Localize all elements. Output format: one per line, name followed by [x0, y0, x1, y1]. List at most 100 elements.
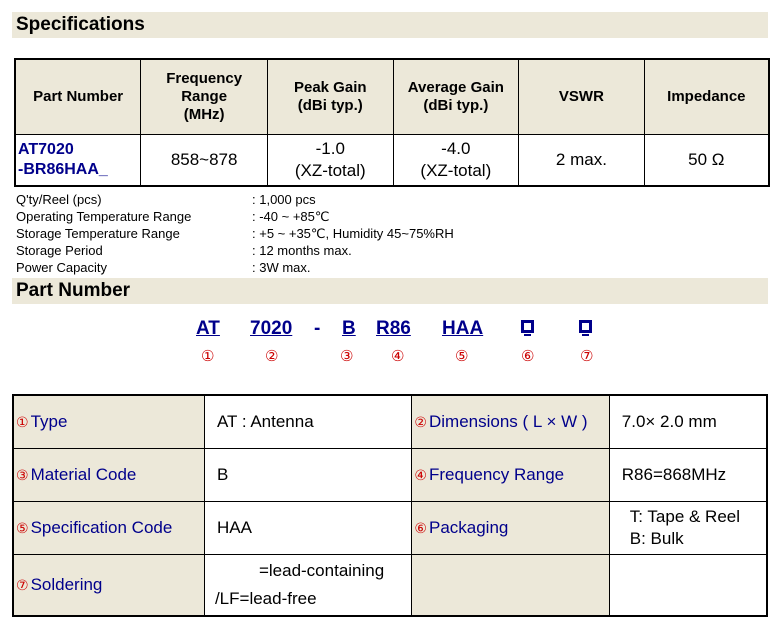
property-key: Power Capacity [16, 260, 108, 275]
header-peak-line2: (dBi typ.) [297, 97, 363, 114]
cell-frequency: 858~878 [140, 134, 268, 187]
header-avg-line2: (dBi typ.) [423, 97, 489, 114]
specifications-heading-bar: Specifications [12, 12, 768, 38]
marker-1: ① [201, 348, 215, 365]
label-soldering: ⑦ Soldering [12, 554, 205, 617]
code-soldering-box [579, 320, 592, 336]
specifications-table: Part Number Frequency Range (MHz) Peak G… [14, 58, 770, 187]
spec-data-row: AT7020 -BR86HAA_ 858~878 -1.0 (XZ-total)… [14, 134, 770, 187]
label-packaging: ⑥ Packaging [411, 501, 610, 555]
property-key: Storage Period [16, 243, 103, 258]
label-text: Packaging [428, 518, 509, 537]
header-avg-line1: Average Gain [407, 79, 504, 96]
empty-label-cell [411, 554, 610, 617]
header-peak-line1: Peak Gain [293, 79, 367, 96]
property-row: Power Capacity : 3W max. [16, 259, 454, 276]
marker-5: ⑤ [455, 348, 469, 365]
label-text: Material Code [30, 465, 137, 484]
part-number-title: Part Number [16, 280, 131, 301]
property-row: Storage Temperature Range : +5 ~ +35℃, Hu… [16, 225, 454, 242]
code-packaging-box [521, 320, 534, 336]
part-number-heading-bar: Part Number [12, 278, 768, 304]
part-number-line1: AT7020 [18, 141, 74, 158]
label-text: Soldering [30, 575, 103, 594]
label-text: Frequency Range [428, 465, 565, 484]
marker-label: ① [16, 414, 29, 430]
code-specification: HAA [442, 318, 484, 339]
label-frequency-range: ④ Frequency Range [411, 448, 610, 502]
property-row: Storage Period : 12 months max. [16, 242, 454, 259]
packaging-tape-reel: T: Tape & Reel [629, 507, 741, 526]
marker-label: ④ [414, 467, 427, 483]
property-row: Operating Temperature Range : -40 ~ +85℃ [16, 208, 454, 225]
value-frequency-range: R86=868MHz [608, 448, 768, 502]
avg-gain-value: -4.0 [441, 139, 471, 158]
label-text: Dimensions ( L × W ) [428, 412, 588, 431]
property-value: : 1,000 pcs [252, 192, 316, 207]
label-specification-code: ⑤ Specification Code [12, 501, 205, 555]
marker-label: ② [414, 414, 427, 430]
property-key: Operating Temperature Range [16, 209, 192, 224]
marker-label: ③ [16, 467, 29, 483]
code-frequency: R86 [376, 318, 411, 339]
property-value: : 12 months max. [252, 243, 352, 258]
property-value: : +5 ~ +35℃, Humidity 45~75%RH [252, 226, 454, 241]
marker-2: ② [265, 348, 279, 365]
header-frequency-line2: Range [181, 88, 228, 105]
value-material-code: B [203, 448, 413, 502]
cell-peak-gain: -1.0 (XZ-total) [267, 134, 394, 187]
soldering-lead-containing: =lead-containing [258, 561, 385, 580]
property-row: Q'ty/Reel (pcs) : 1,000 pcs [16, 191, 454, 208]
part-number-line2: -BR86HAA_ [18, 161, 108, 178]
peak-gain-value: -1.0 [315, 139, 345, 158]
code-row: ⑦ Soldering =lead-containing /LF=lead-fre… [12, 554, 768, 617]
code-dash: - [314, 318, 321, 339]
label-type: ① Type [12, 394, 205, 449]
code-row: ⑤ Specification Code HAA ⑥ Packaging T: Ta… [12, 501, 768, 555]
properties-list: Q'ty/Reel (pcs) : 1,000 pcs Operating Tem… [16, 191, 454, 276]
value-soldering: =lead-containing /LF=lead-free [203, 554, 413, 617]
marker-6: ⑥ [521, 348, 535, 365]
header-vswr: VSWR [518, 58, 645, 135]
code-material: B [342, 318, 356, 339]
code-dimensions: 7020 [250, 318, 293, 339]
value-type: AT : Antenna [203, 394, 413, 449]
specifications-title: Specifications [16, 14, 145, 35]
header-frequency-line1: Frequency [166, 70, 243, 87]
header-frequency-line3: (MHz) [183, 106, 225, 123]
property-value: : -40 ~ +85℃ [252, 209, 330, 224]
header-average-gain: Average Gain (dBi typ.) [392, 58, 520, 135]
marker-4: ④ [391, 348, 405, 365]
header-part-number: Part Number [14, 58, 142, 135]
marker-7: ⑦ [580, 348, 594, 365]
property-value: : 3W max. [252, 260, 311, 275]
cell-part-number: AT7020 -BR86HAA_ [14, 134, 142, 187]
property-key: Storage Temperature Range [16, 226, 180, 241]
property-key: Q'ty/Reel (pcs) [16, 192, 102, 207]
header-impedance: Impedance [643, 58, 770, 135]
header-peak-gain: Peak Gain (dBi typ.) [267, 58, 394, 135]
cell-impedance: 50 Ω [643, 134, 770, 187]
label-text: Specification Code [30, 518, 173, 537]
marker-label: ⑦ [16, 577, 29, 593]
cell-average-gain: -4.0 (XZ-total) [392, 134, 520, 187]
marker-label: ⑥ [414, 520, 427, 536]
code-row: ③ Material Code B ④ Frequency Range R86=86… [12, 448, 768, 502]
label-text: Type [30, 412, 68, 431]
soldering-lead-free: /LF=lead-free [214, 589, 317, 608]
spec-header-row: Part Number Frequency Range (MHz) Peak G… [14, 58, 770, 135]
cell-vswr: 2 max. [518, 134, 645, 187]
code-type: AT [196, 318, 220, 339]
label-material-code: ③ Material Code [12, 448, 205, 502]
label-dimensions: ② Dimensions ( L × W ) [411, 394, 610, 449]
code-row: ① Type AT : Antenna ② Dimensions ( L × W )… [12, 394, 768, 449]
peak-gain-note: (XZ-total) [294, 161, 366, 180]
empty-value-cell [608, 554, 768, 617]
header-frequency-range: Frequency Range (MHz) [140, 58, 268, 135]
avg-gain-note: (XZ-total) [420, 161, 492, 180]
value-packaging: T: Tape & Reel B: Bulk [608, 501, 768, 555]
part-code-table: ① Type AT : Antenna ② Dimensions ( L × W )… [12, 394, 768, 617]
value-specification-code: HAA [203, 501, 413, 555]
marker-3: ③ [340, 348, 354, 365]
value-dimensions: 7.0× 2.0 mm [608, 394, 768, 449]
